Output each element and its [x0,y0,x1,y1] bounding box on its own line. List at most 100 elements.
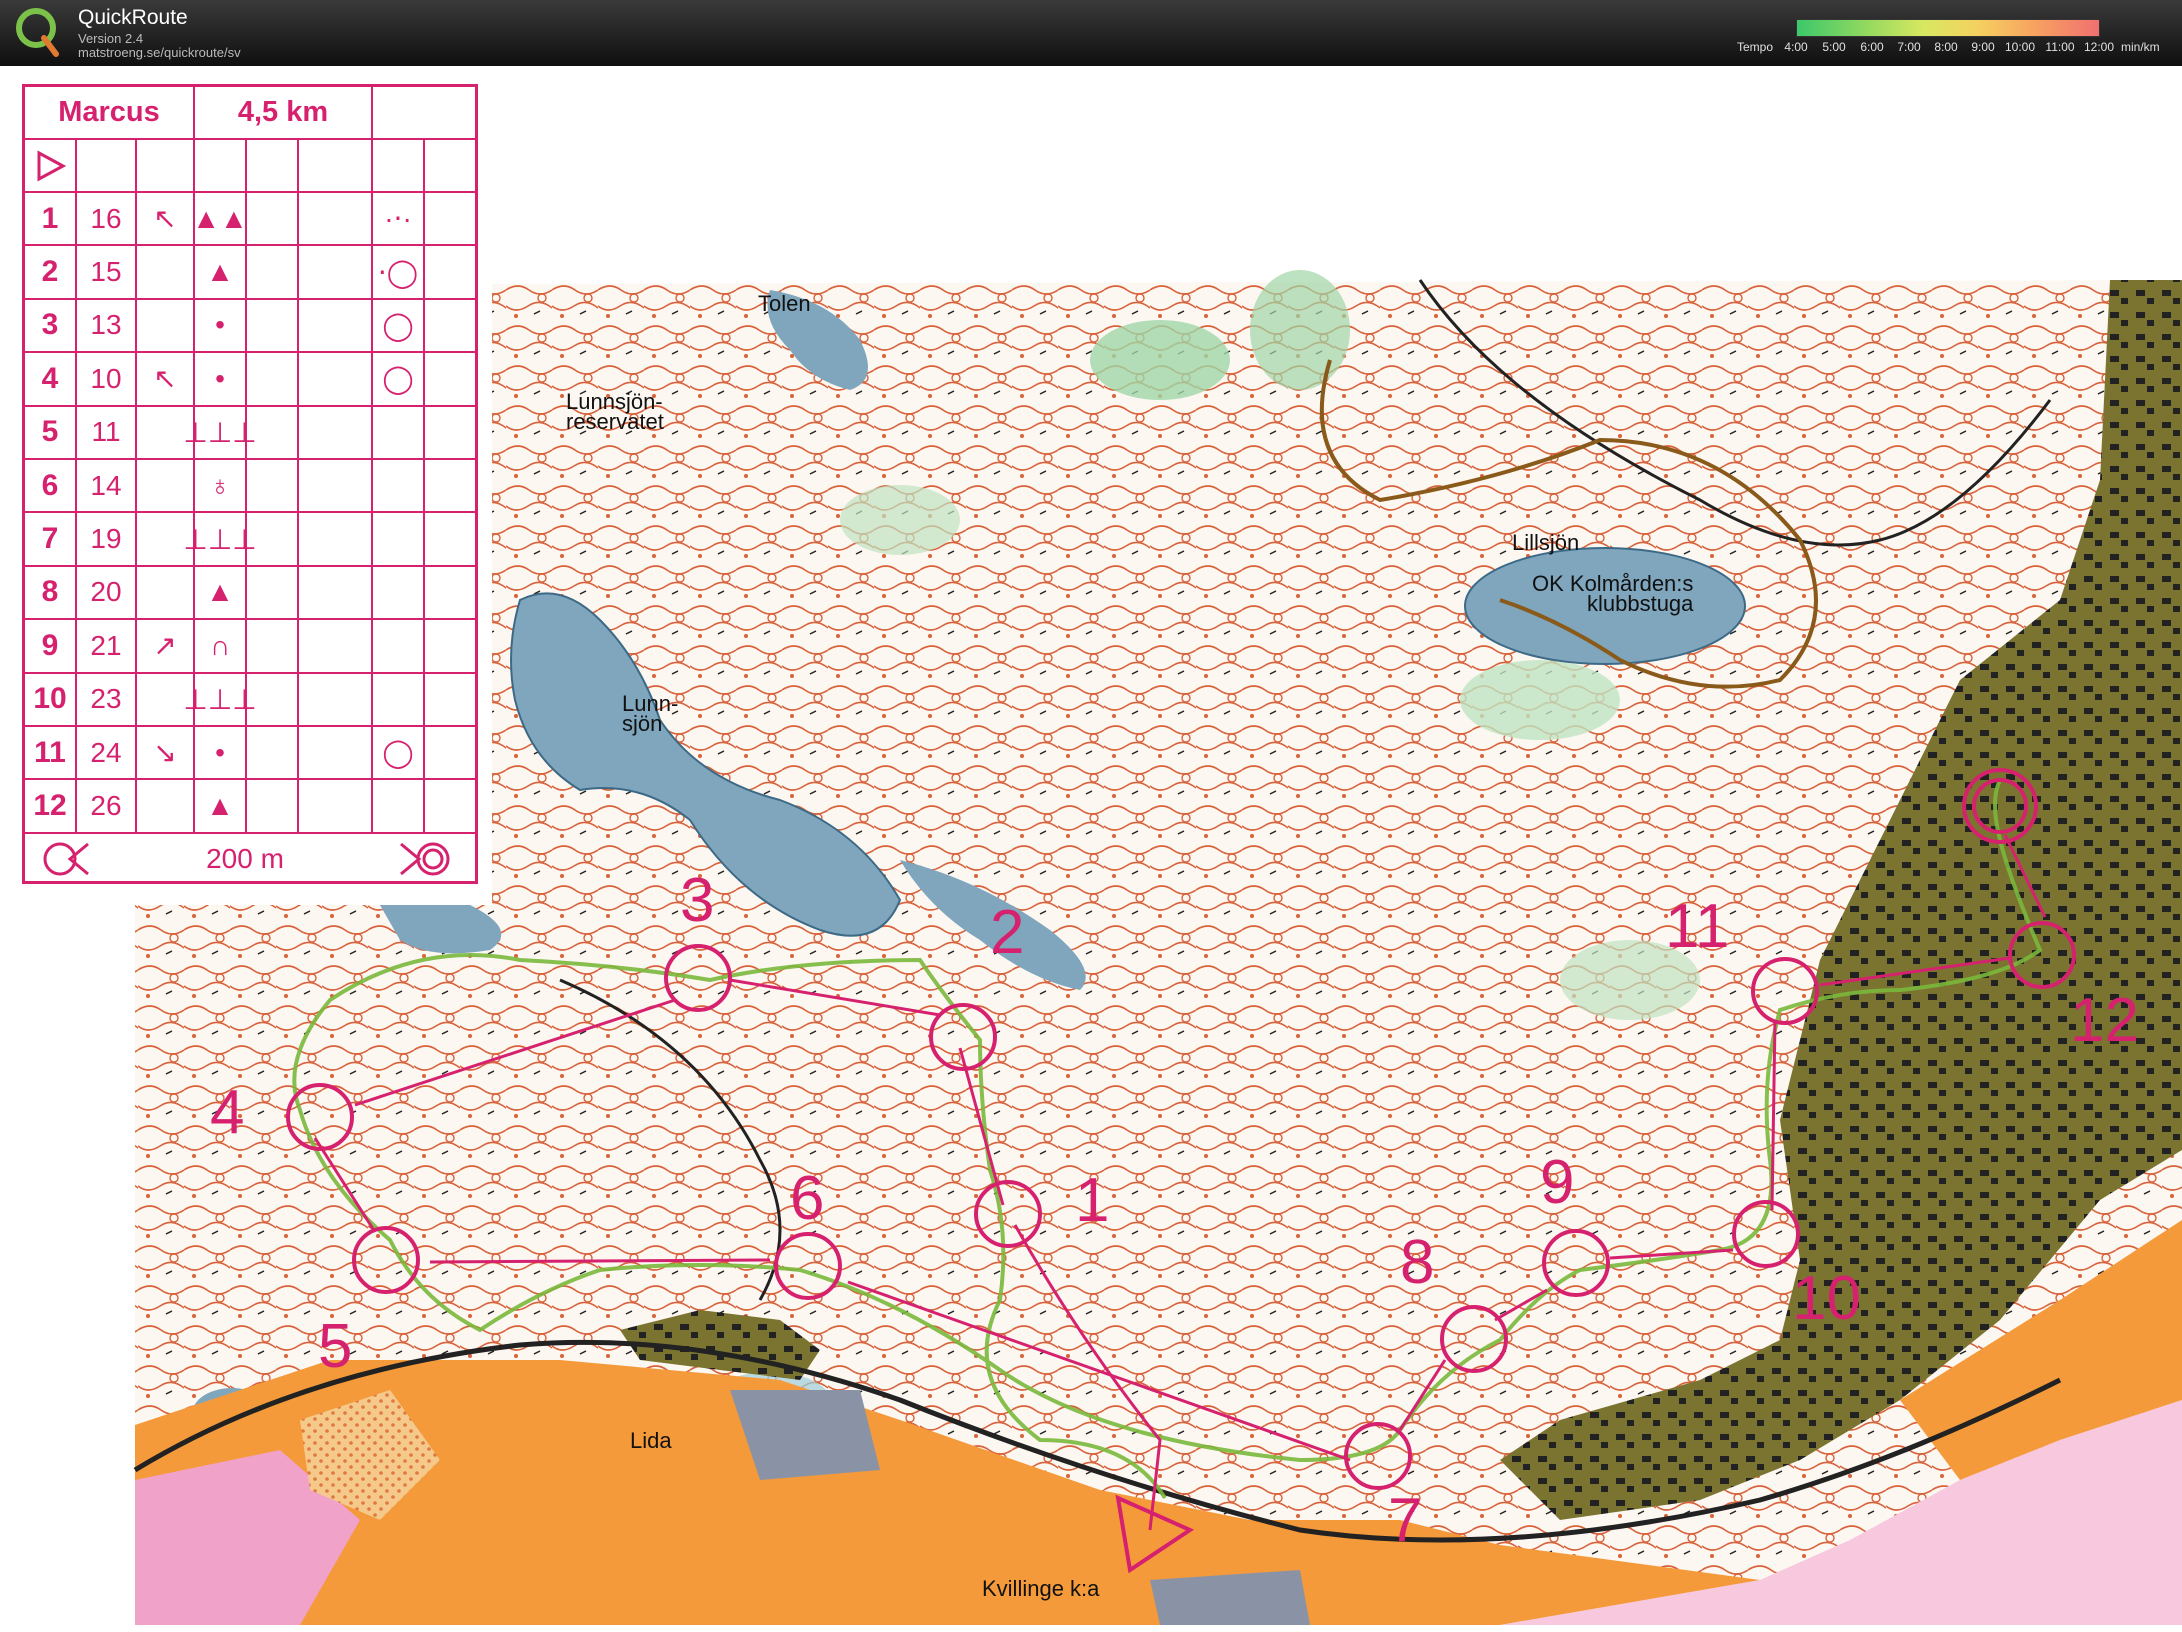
control-dir: ↘ [137,727,195,779]
empty-cell [299,246,373,298]
empty-cell [247,353,299,405]
empty-cell [247,513,299,565]
tempo-tick: 7:00 [1897,40,1921,54]
control-detail: ◯ [373,299,425,352]
control-feature: • [195,299,247,352]
control-number: 4 [25,353,77,405]
control-number-8: 8 [1400,1228,1435,1297]
empty-cell [425,674,475,725]
control-detail [373,673,425,725]
control-detail: ◯ [373,727,425,779]
control-detail: ⋅◯ [373,246,425,298]
control-code: 11 [77,406,137,458]
control-detail [373,460,425,512]
description-control-row: 2 15 ▲ ⋅◯ [25,246,475,300]
empty-cell [299,673,373,725]
control-feature: ⊥⊥⊥ [183,406,257,458]
control-number: 12 [25,780,77,832]
app-version: Version 2.4 [78,31,144,46]
control-code: 21 [77,620,137,672]
control-feature: ⊥⊥⊥ [183,673,257,725]
control-code: 16 [77,193,137,245]
control-feature: ▲ [195,246,247,298]
empty-cell [299,566,373,619]
description-control-row: 9 21 ↗ ∩ [25,620,475,674]
empty-cell [247,673,299,725]
empty-cell [247,193,299,245]
control-detail [373,620,425,672]
control-description-table: Marcus 4,5 km 1 16 ↖ ▲▲ ·⋅· 2 15 ▲ ⋅◯ 3 13 • ◯ 4 10 ↖ • ◯… [22,84,478,884]
control-code: 26 [77,780,137,832]
description-control-row: 1 16 ↖ ▲▲ ·⋅· [25,193,475,247]
control-dir: ↗ [137,620,195,672]
control-feature: • [195,353,247,405]
control-dir [137,460,195,512]
place-tolen: Tolen [758,291,811,316]
tempo-label: Tempo [1737,40,1774,54]
empty-cell [299,513,373,565]
control-number: 8 [25,566,77,619]
empty-cell [299,620,373,672]
control-number: 6 [25,460,77,512]
place-lida: Lida [630,1428,672,1453]
empty-cell [425,513,475,564]
control-code: 10 [77,353,137,405]
control-number: 11 [25,727,77,779]
tempo-tick: 10:00 [2004,40,2036,54]
empty-cell [247,406,299,458]
control-dir [137,299,195,352]
empty-cell [425,620,475,671]
control-dir [137,780,195,832]
control-number-12: 12 [2070,986,2139,1055]
finish-start-icon [25,834,115,884]
empty-cell [425,353,475,404]
empty-cell [299,353,373,405]
control-dir [137,566,195,619]
description-control-row: 10 23 ⊥⊥⊥ [25,673,475,727]
app-url: matstroeng.se/quickroute/sv [78,45,241,60]
quickroute-q-logo-icon [16,8,59,57]
control-code: 14 [77,460,137,512]
empty-cell [247,246,299,298]
finish-distance: 200 m [206,843,284,874]
empty-cell [247,460,299,512]
control-feature: ▲▲ [192,193,248,245]
control-number: 9 [25,620,77,672]
control-detail: ·⋅· [373,193,425,245]
control-feature: • [195,727,247,779]
place-lunnsjon-reservatet: Lunnsjön- reservatet [566,389,664,434]
tempo-tick: 4:00 [1784,40,1808,54]
empty-cell [247,780,299,832]
control-number-1: 1 [1075,1166,1110,1235]
control-number: 2 [25,246,77,298]
empty-cell [247,620,299,672]
vegetation-patch [1250,270,1350,390]
control-code: 23 [77,673,137,725]
control-number-9: 9 [1540,1148,1575,1217]
control-dir: ↖ [137,193,195,245]
control-number-5: 5 [318,1312,353,1381]
place-kvillinge-kyrka: Kvillinge k:a [982,1576,1100,1601]
tempo-tick: 11:00 [2045,40,2075,54]
tempo-color-scale [1796,19,2100,37]
control-detail [373,513,425,565]
empty-cell [425,780,475,831]
control-number-7: 7 [1388,1486,1423,1555]
control-number-4: 4 [210,1078,245,1147]
control-number: 7 [25,513,77,565]
control-code: 19 [77,513,137,565]
control-feature: ⊥⊥⊥ [183,513,257,565]
finish-circle-icon [375,834,475,884]
tempo-tick: 12:00 [2083,40,2115,54]
app-title-bar: QuickRoute Version 2.4 matstroeng.se/qui… [0,0,2182,66]
control-number-3: 3 [680,866,715,935]
description-control-row: 4 10 ↖ • ◯ [25,353,475,407]
control-feature: ▲ [195,566,247,619]
control-dir: ↖ [137,353,195,405]
empty-cell [247,727,299,779]
vegetation-patch [1460,660,1620,740]
control-number-11: 11 [1665,892,1730,961]
tempo-tick: 9:00 [1971,40,1995,54]
vegetation-patch [1090,320,1230,400]
vegetation-patch [840,485,960,555]
